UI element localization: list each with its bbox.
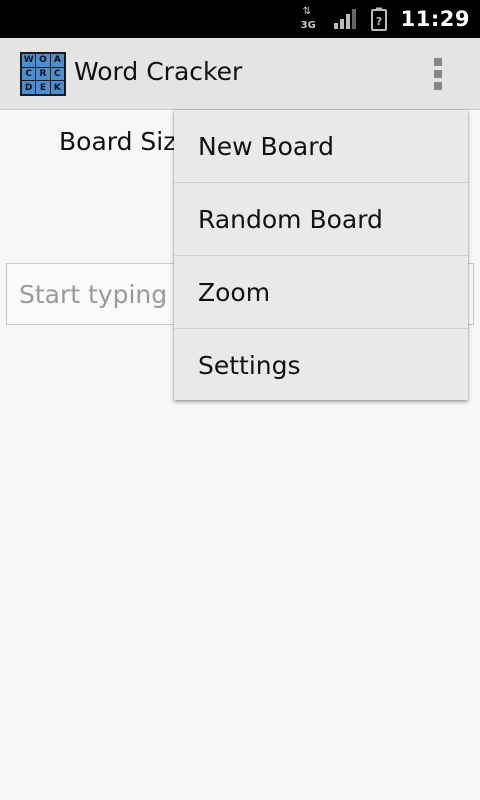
logo-letter: K — [50, 81, 64, 94]
menu-item-new-board[interactable]: New Board — [174, 110, 468, 183]
svg-text:?: ? — [375, 15, 381, 28]
network-type-label: 3G — [300, 20, 316, 31]
logo-letter: E — [36, 81, 50, 94]
menu-item-settings[interactable]: Settings — [174, 329, 468, 402]
logo-letter: D — [22, 81, 36, 94]
logo-letter: C — [50, 67, 64, 81]
status-time: 11:29 — [400, 7, 470, 31]
app-logo[interactable]: W O A C R C D E K — [20, 52, 66, 96]
data-arrows-icon: ⇅ 3G — [300, 6, 316, 32]
overflow-menu: New Board Random Board Zoom Settings — [174, 110, 468, 400]
menu-item-random-board[interactable]: Random Board — [174, 183, 468, 256]
board-size-label: Board Size — [59, 127, 192, 156]
logo-letter: O — [36, 54, 50, 67]
logo-letter: C — [22, 67, 36, 81]
logo-letter: R — [36, 67, 50, 81]
logo-letter: W — [22, 54, 36, 67]
app-title: Word Cracker — [74, 57, 243, 86]
overflow-menu-icon[interactable] — [424, 54, 452, 94]
battery-unknown-icon: ? — [370, 7, 387, 31]
logo-letter: A — [50, 54, 64, 67]
menu-item-zoom[interactable]: Zoom — [174, 256, 468, 329]
signal-icon — [333, 9, 356, 29]
status-bar: ⇅ 3G ? 11:29 — [0, 0, 480, 38]
action-bar: W O A C R C D E K Word Cracker — [0, 38, 480, 110]
status-icons: ⇅ 3G ? 11:29 — [301, 0, 480, 38]
